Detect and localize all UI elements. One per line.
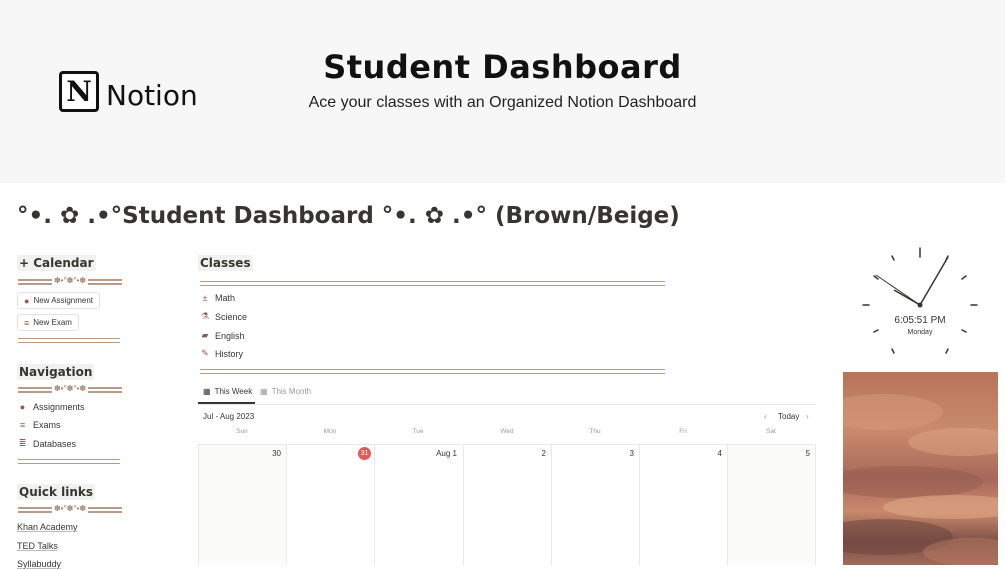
link-khan-academy[interactable]: Khan Academy <box>17 522 78 532</box>
flask-icon: ⚗ <box>200 311 210 321</box>
nav-item-assignments[interactable]: ● Assignments <box>17 402 85 412</box>
day-number: Aug 1 <box>436 449 457 458</box>
class-item-english[interactable]: ▰ English <box>200 330 245 341</box>
new-assignment-button[interactable]: ● New Assignment <box>17 292 101 309</box>
today-button[interactable]: Today <box>778 412 799 421</box>
nav-item-databases[interactable]: ≣ Databases <box>17 438 76 449</box>
clock-minute-hand <box>919 256 949 306</box>
classes-divider-top <box>200 281 665 286</box>
ornament-divider: ✽•°✽°•✽ <box>18 275 122 287</box>
day-header: Wed <box>500 428 514 435</box>
classes-heading: Classes <box>198 255 253 271</box>
calculator-icon: ± <box>202 293 208 303</box>
sunset-clouds-image <box>843 372 998 565</box>
list-pen-icon: ≡ <box>19 420 26 430</box>
ornament-divider: ✽•°✽°•✽ <box>18 503 122 515</box>
quill-icon: ✎ <box>201 348 209 358</box>
tab-this-week[interactable]: ▦ This Week <box>203 387 252 396</box>
ornament-divider: ✽•°✽°•✽ <box>18 383 122 395</box>
day-number: 30 <box>272 449 281 458</box>
notion-logo-icon: N <box>59 71 99 112</box>
page-title: °•. ✿ .•°Student Dashboard °•. ✿ .•° (Br… <box>17 203 680 229</box>
notion-logo-text: Notion <box>106 79 198 112</box>
class-item-science[interactable]: ⚗ Science <box>200 311 247 322</box>
new-assignment-label: New Assignment <box>33 296 94 305</box>
book-icon: ▰ <box>201 330 209 340</box>
day-header: Sat <box>766 428 776 435</box>
nav-item-label: Exams <box>33 420 61 430</box>
cloud-shapes <box>843 394 998 565</box>
new-exam-label: New Exam <box>33 318 72 327</box>
check-circle-icon: ● <box>19 402 26 412</box>
nav-item-exams[interactable]: ≡ Exams <box>17 420 61 430</box>
day-header: Thu <box>589 428 601 435</box>
clock-center <box>917 302 923 308</box>
class-label: English <box>215 330 245 341</box>
day-header: Mon <box>323 428 337 435</box>
day-number: 2 <box>541 449 546 458</box>
week-grid: Sun Mon Tue Wed Thu Fri Sat 30 31 Aug 1 … <box>198 428 816 565</box>
calendar-range: Jul - Aug 2023 <box>203 412 255 421</box>
link-syllabuddy[interactable]: Syllabuddy <box>17 559 61 569</box>
day-cell[interactable]: 3 <box>551 444 639 565</box>
calendar-icon: ▦ <box>203 387 211 396</box>
banner-title: Student Dashboard <box>323 48 682 86</box>
clock-ticks <box>862 247 978 354</box>
calendar-icon: ▦ <box>260 387 268 396</box>
nav-item-label: Assignments <box>33 402 85 412</box>
calendar-heading[interactable]: + Calendar <box>17 255 96 271</box>
day-header: Fri <box>679 428 687 435</box>
next-week-button[interactable]: › <box>806 412 809 421</box>
clock-day: Monday <box>907 329 933 336</box>
divider <box>18 338 120 343</box>
day-number: 4 <box>717 449 722 458</box>
list-pen-icon: ≡ <box>24 317 30 328</box>
day-cell[interactable]: 2 <box>463 444 551 565</box>
class-label: History <box>215 348 244 359</box>
day-cell-today[interactable]: 31 <box>286 444 374 565</box>
analog-clock-widget <box>862 247 978 354</box>
today-marker: 31 <box>358 447 371 460</box>
day-cell[interactable]: Aug 1 <box>374 444 462 565</box>
classes-divider-bottom <box>200 369 665 374</box>
nav-item-label: Databases <box>33 438 77 449</box>
database-icon: ≣ <box>18 438 27 448</box>
day-number: 3 <box>629 449 634 458</box>
navigation-heading: Navigation <box>17 364 95 380</box>
day-number: 5 <box>805 449 810 458</box>
clock-hour-hand <box>893 289 921 306</box>
tab-rule <box>198 404 816 405</box>
day-cell[interactable]: 30 <box>198 444 286 565</box>
clock-time: 6:05:51 PM <box>894 315 946 326</box>
divider-ornament: ✽•°✽°•✽ <box>51 275 89 287</box>
tab-this-month[interactable]: ▦ This Month <box>260 387 311 396</box>
day-cell[interactable]: 4 <box>639 444 727 565</box>
quick-links-heading: Quick links <box>17 484 96 500</box>
logo-glyph: N <box>66 75 92 108</box>
link-ted-talks[interactable]: TED Talks <box>17 541 58 551</box>
check-circle-icon: ● <box>24 295 30 306</box>
prev-week-button[interactable]: ‹ <box>764 412 767 421</box>
tab-label: This Month <box>271 387 312 396</box>
class-item-math[interactable]: ± Math <box>200 293 236 303</box>
day-header: Sun <box>236 428 248 435</box>
new-exam-button[interactable]: ≡ New Exam <box>17 314 79 331</box>
divider-ornament: ✽•°✽°•✽ <box>51 383 89 395</box>
tab-label: This Week <box>214 387 253 396</box>
banner-subtitle: Ace your classes with an Organized Notio… <box>308 94 697 111</box>
class-item-history[interactable]: ✎ History <box>200 348 243 359</box>
divider-ornament: ✽•°✽°•✽ <box>51 503 89 515</box>
divider <box>18 459 120 464</box>
day-header: Tue <box>412 428 424 435</box>
day-cell[interactable]: 5 <box>727 444 815 565</box>
class-label: Science <box>215 311 248 322</box>
grid-border <box>815 444 816 565</box>
class-label: Math <box>215 293 236 303</box>
